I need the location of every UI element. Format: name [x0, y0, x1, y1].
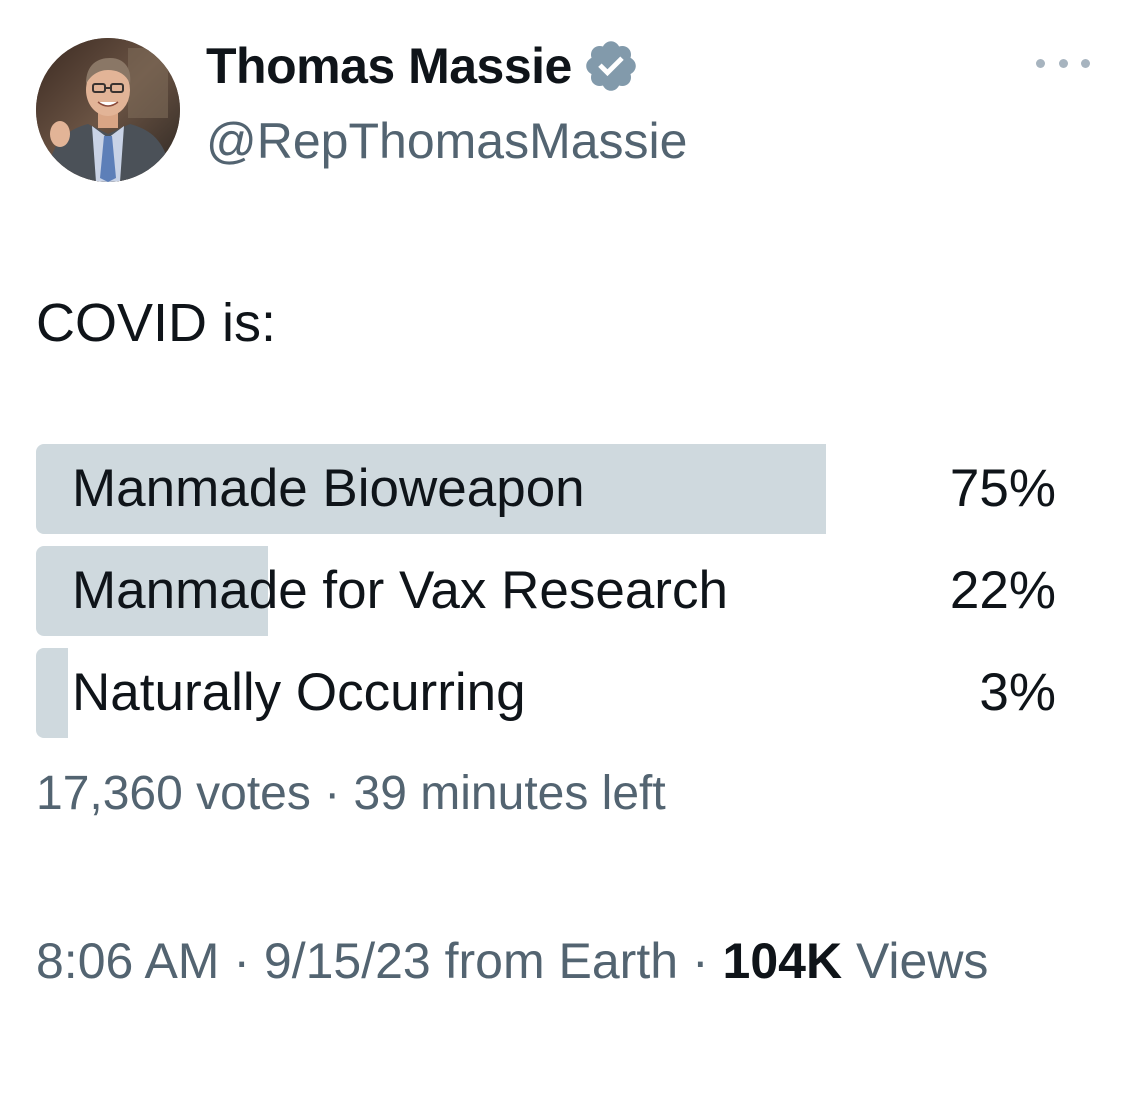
- poll-option[interactable]: Naturally Occurring 3%: [36, 648, 1056, 738]
- separator-dot: ·: [324, 767, 341, 820]
- more-options-icon[interactable]: [1036, 48, 1090, 78]
- tweet-text: COVID is:: [36, 293, 277, 353]
- verified-badge-icon[interactable]: [582, 37, 640, 95]
- author-display-name[interactable]: Thomas Massie: [206, 37, 572, 95]
- tweet-timestamp: 8:06 AM · 9/15/23 from Earth · 104K View…: [36, 924, 1036, 998]
- more-dot: [1036, 58, 1045, 68]
- tweet-time[interactable]: 8:06 AM: [36, 933, 219, 989]
- poll: Manmade Bioweapon 75% Manmade for Vax Re…: [36, 444, 1056, 750]
- poll-option[interactable]: Manmade for Vax Research 22%: [36, 546, 1056, 636]
- poll-time-left: 39 minutes left: [353, 767, 666, 820]
- avatar[interactable]: [36, 38, 180, 182]
- poll-option-percent: 22%: [949, 561, 1056, 620]
- author-handle[interactable]: @RepThomasMassie: [206, 112, 687, 170]
- poll-option-label: Naturally Occurring: [72, 663, 526, 722]
- tweet-date-source[interactable]: 9/15/23 from Earth: [264, 933, 678, 989]
- views-count[interactable]: 104K: [723, 933, 843, 989]
- poll-meta: 17,360 votes · 39 minutes left: [36, 766, 666, 821]
- poll-votes: 17,360 votes: [36, 767, 311, 820]
- avatar-photo: [36, 38, 180, 182]
- author-name-row: Thomas Massie: [206, 34, 640, 98]
- more-dot: [1058, 58, 1068, 68]
- poll-option-percent: 75%: [949, 459, 1056, 518]
- separator-dot: ·: [233, 933, 251, 989]
- poll-result-bar: [36, 648, 68, 738]
- poll-option-label: Manmade for Vax Research: [72, 561, 728, 620]
- more-dot: [1081, 58, 1090, 68]
- tweet: Thomas Massie @RepThomasMassie COVID is:…: [0, 0, 1125, 1107]
- views-label: Views: [855, 933, 989, 989]
- separator-dot: ·: [691, 933, 709, 989]
- poll-option-label: Manmade Bioweapon: [72, 459, 585, 518]
- poll-option[interactable]: Manmade Bioweapon 75%: [36, 444, 1056, 534]
- poll-option-percent: 3%: [979, 663, 1056, 722]
